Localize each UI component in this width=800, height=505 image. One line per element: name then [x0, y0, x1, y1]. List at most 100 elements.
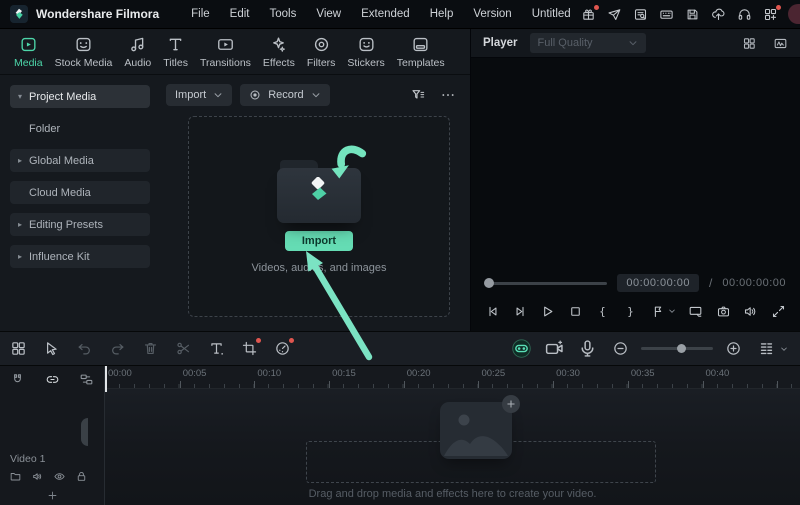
track-height-icon[interactable]	[758, 340, 775, 357]
player-viewport	[471, 58, 800, 271]
menu-item-version[interactable]: Version	[463, 8, 521, 20]
menu-list: File Edit Tools View Extended Help Version Unti…	[181, 8, 581, 20]
chevron-down-icon	[311, 90, 321, 100]
sidebar-item-editing-presets[interactable]: ▸ Editing Presets	[10, 213, 150, 236]
cloud-upload-icon[interactable]	[711, 7, 726, 22]
keyboard-shortcuts-icon[interactable]	[659, 7, 674, 22]
playhead[interactable]	[105, 366, 107, 392]
stickers-icon	[357, 35, 376, 54]
menu-item-untitled[interactable]: Untitled	[522, 8, 581, 20]
apps-icon[interactable]	[763, 4, 781, 22]
fullscreen-icon[interactable]	[771, 304, 786, 319]
panel-collapse-handle[interactable]	[81, 418, 88, 446]
menu-item-tools[interactable]: Tools	[260, 8, 307, 20]
next-frame-icon[interactable]	[513, 304, 528, 319]
volume-icon[interactable]	[743, 304, 758, 319]
sidebar-item-cloud-media[interactable]: Cloud Media	[10, 181, 150, 204]
tab-stock-media[interactable]: Stock Media	[49, 33, 119, 71]
record-dropdown-button[interactable]: Record	[240, 84, 330, 106]
tab-transitions[interactable]: Transitions	[194, 33, 257, 71]
gift-icon[interactable]	[581, 4, 599, 22]
timeline-ruler[interactable]: 00:00 00:05 00:10 00:15 00:20 00:25 00:30 00:35…	[105, 366, 800, 389]
tab-stickers[interactable]: Stickers	[341, 33, 390, 71]
current-timecode: 00:00:00:00	[617, 274, 700, 292]
player-seek-bar[interactable]	[484, 278, 608, 288]
filmora-logo-icon	[10, 5, 28, 23]
editing-toolbar	[0, 331, 800, 366]
crop-icon[interactable]	[241, 338, 261, 357]
tab-templates[interactable]: Templates	[391, 33, 451, 71]
tab-audio[interactable]: Audio	[118, 33, 157, 71]
snap-icon[interactable]	[10, 372, 25, 387]
fullscreen-icon	[771, 304, 786, 319]
scopes-icon[interactable]	[773, 36, 788, 51]
main-area: Media Stock Media Audio Titles Transitio…	[0, 29, 800, 331]
purchase-button[interactable]: Purchase	[787, 4, 800, 24]
timeline-track-area[interactable]: Drag and drop media and effects here to …	[105, 389, 800, 505]
voiceover-mic-icon[interactable]	[579, 340, 596, 357]
media-import-dropzone[interactable]: Import Videos, audios, and images	[188, 116, 450, 317]
redo-icon[interactable]	[109, 340, 126, 357]
menu-item-view[interactable]: View	[306, 8, 351, 20]
zoom-knob[interactable]	[676, 343, 686, 353]
promotion-icon[interactable]	[607, 7, 622, 22]
ai-assistant-icon[interactable]	[512, 339, 531, 358]
speed-ramp-icon[interactable]	[274, 338, 294, 357]
previous-frame-icon[interactable]	[485, 304, 500, 319]
sidebar-item-influence-kit[interactable]: ▸ Influence Kit	[10, 245, 150, 268]
filmora-app-window: Wondershare Filmora File Edit Tools View Ext…	[0, 0, 800, 505]
chevron-down-icon[interactable]	[780, 345, 788, 353]
snapshot-icon[interactable]	[716, 304, 731, 319]
sidebar-item-folder[interactable]: Folder	[10, 117, 150, 140]
tab-media[interactable]: Media	[8, 33, 49, 71]
sidebar-item-project-media[interactable]: ▾ Project Media	[10, 85, 150, 108]
seek-knob[interactable]	[484, 278, 494, 288]
quality-select[interactable]: Full Quality	[529, 33, 646, 53]
zoom-in-icon[interactable]	[725, 340, 742, 357]
marker-icon[interactable]	[651, 304, 676, 319]
link-icon[interactable]	[45, 372, 60, 387]
track-volume-icon[interactable]	[31, 470, 44, 483]
screen-record-icon[interactable]	[545, 340, 563, 357]
timeline-zoom-slider[interactable]	[641, 343, 713, 353]
auto-ripple-icon[interactable]	[79, 372, 94, 387]
delete-icon[interactable]	[142, 340, 159, 357]
mark-in-icon[interactable]: {	[595, 304, 610, 319]
tab-effects[interactable]: Effects	[257, 33, 301, 71]
mark-out-icon[interactable]: }	[623, 304, 638, 319]
sidebar-item-global-media[interactable]: ▸ Global Media	[10, 149, 150, 172]
menu-item-edit[interactable]: Edit	[220, 8, 260, 20]
marker-icon	[651, 304, 666, 319]
ruler-segment: 00:30	[553, 366, 628, 388]
import-button[interactable]: Import	[284, 231, 354, 251]
changelog-icon[interactable]	[633, 7, 648, 22]
split-icon[interactable]	[175, 340, 192, 357]
layout-icon[interactable]	[10, 340, 27, 357]
undo-icon[interactable]	[76, 340, 93, 357]
import-dropdown-button[interactable]: Import	[166, 84, 233, 106]
more-options-icon[interactable]	[440, 87, 456, 103]
tab-filters[interactable]: Filters	[301, 33, 342, 71]
tab-titles[interactable]: Titles	[157, 33, 194, 71]
text-tool-icon[interactable]	[208, 340, 225, 357]
track-folder-icon[interactable]	[9, 470, 22, 483]
support-icon[interactable]	[737, 7, 752, 22]
menu-item-file[interactable]: File	[181, 8, 220, 20]
menu-item-extended[interactable]: Extended	[351, 8, 420, 20]
select-tool-icon[interactable]	[43, 340, 60, 357]
add-track-icon[interactable]	[47, 490, 58, 501]
save-icon[interactable]	[685, 7, 700, 22]
play-icon[interactable]	[540, 304, 555, 319]
filter-icon[interactable]	[410, 87, 426, 103]
asset-tabbar: Media Stock Media Audio Titles Transitio…	[0, 29, 470, 75]
previous-frame-icon	[485, 304, 500, 319]
menu-item-help[interactable]: Help	[420, 8, 464, 20]
svg-text:{: {	[600, 304, 606, 317]
track-visibility-icon[interactable]	[53, 470, 66, 483]
zoom-out-icon[interactable]	[612, 340, 629, 357]
add-media-badge-icon	[502, 395, 520, 413]
stop-icon[interactable]	[568, 304, 583, 319]
track-lock-icon[interactable]	[75, 470, 88, 483]
multi-view-icon[interactable]	[742, 36, 757, 51]
mirror-display-icon[interactable]	[688, 304, 703, 319]
